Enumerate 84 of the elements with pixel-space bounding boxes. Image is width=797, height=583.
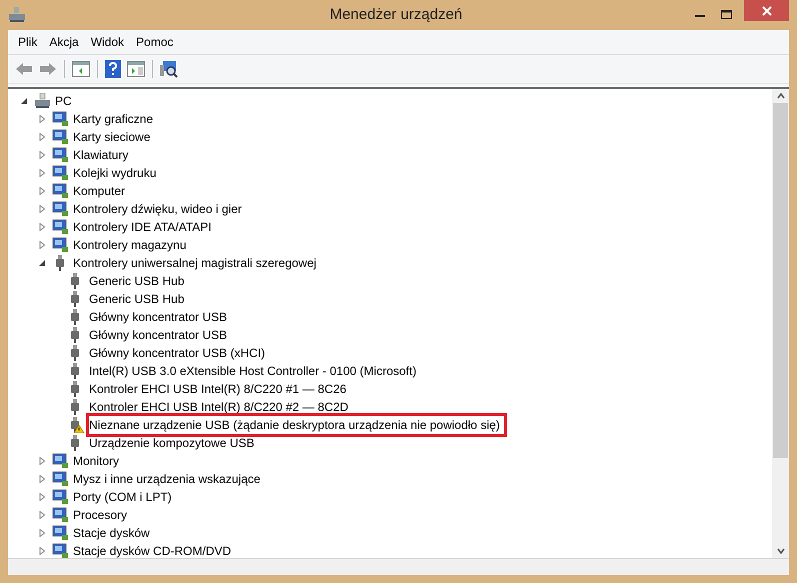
device-icon	[52, 453, 69, 469]
device-icon	[52, 471, 69, 487]
device-icon	[52, 543, 69, 558]
tree-item[interactable]: Generic USB Hub	[89, 290, 184, 308]
tree-item[interactable]: Główny koncentrator USB	[89, 326, 228, 344]
help-button[interactable]	[104, 59, 122, 79]
tree-item[interactable]: Urządzenie kompozytowe USB	[89, 434, 254, 452]
usb-plug-icon	[70, 381, 80, 397]
device-icon	[52, 165, 69, 181]
usb-plug-icon	[70, 363, 80, 379]
tree-item[interactable]: Karty graficzne	[73, 110, 154, 128]
usb-plug-icon	[70, 273, 80, 289]
usb-plug-icon	[70, 309, 80, 325]
expand-arrow-icon[interactable]	[38, 475, 46, 483]
expand-arrow-icon[interactable]	[38, 133, 46, 141]
tree-item[interactable]: Generic USB Hub	[89, 272, 184, 290]
vertical-scrollbar[interactable]	[772, 89, 789, 558]
menu-item[interactable]: Plik	[12, 32, 44, 52]
menu-item[interactable]: Pomoc	[130, 32, 180, 52]
device-icon	[52, 201, 69, 217]
back-button[interactable]	[14, 61, 34, 77]
collapse-arrow-icon[interactable]	[38, 259, 46, 267]
tree-item[interactable]: Intel(R) USB 3.0 eXtensible Host Controller - 0100 (Microsoft)	[89, 362, 416, 380]
computer-icon	[34, 93, 51, 109]
device-icon	[52, 219, 69, 235]
usb-plug-icon	[70, 327, 80, 343]
tree-item[interactable]: Monitory	[73, 452, 120, 470]
usb-plug-icon	[55, 255, 65, 271]
expand-arrow-icon[interactable]	[38, 529, 46, 537]
menu-item[interactable]: Akcja	[43, 32, 85, 52]
device-icon	[52, 525, 69, 541]
tree-item[interactable]: Kontrolery dźwięku, wideo i gier	[73, 200, 242, 218]
device-icon	[52, 507, 69, 523]
console-tree-button[interactable]	[71, 60, 91, 78]
expand-arrow-icon[interactable]	[38, 457, 46, 465]
expand-arrow-icon[interactable]	[38, 547, 46, 555]
tree-item[interactable]: Kontrolery IDE ATA/ATAPI	[73, 218, 212, 236]
menu-item[interactable]: Widok	[84, 32, 130, 52]
tree-item[interactable]: Klawiatury	[73, 146, 128, 164]
tree-item[interactable]: Porty (COM i LPT)	[73, 488, 172, 506]
expand-arrow-icon[interactable]	[38, 151, 46, 159]
expand-arrow-icon[interactable]	[38, 115, 46, 123]
tree-item[interactable]: Karty sieciowe	[73, 128, 150, 146]
device-icon	[52, 111, 69, 127]
maximize-icon	[720, 10, 732, 20]
forward-button[interactable]	[38, 61, 58, 77]
scan-hardware-button[interactable]	[159, 59, 179, 79]
expand-arrow-icon[interactable]	[38, 169, 46, 177]
tree-item[interactable]: Kontroler EHCI USB Intel(R) 8/C220 #1 — 8C26	[89, 380, 346, 398]
device-icon	[52, 147, 69, 163]
device-icon	[52, 489, 69, 505]
action-pane-button[interactable]	[126, 60, 146, 78]
device-icon	[52, 237, 69, 253]
tree-item[interactable]: Kontrolery magazynu	[73, 236, 186, 254]
device-icon	[52, 183, 69, 199]
close-button[interactable]	[744, 0, 789, 21]
usb-plug-icon	[70, 435, 80, 451]
usb-plug-icon	[70, 399, 80, 415]
expand-arrow-icon[interactable]	[38, 205, 46, 213]
usb-plug-icon	[70, 345, 80, 361]
tree-item[interactable]: Procesory	[73, 506, 128, 524]
expand-arrow-icon[interactable]	[38, 187, 46, 195]
device-manager-icon	[8, 7, 26, 23]
minimize-icon	[694, 14, 704, 16]
tree-item[interactable]: Stacje dysków CD-ROM/DVD	[73, 542, 232, 558]
device-icon	[52, 129, 69, 145]
close-icon	[762, 6, 772, 16]
tree-item[interactable]: PC	[55, 92, 72, 110]
tree-item[interactable]: Główny koncentrator USB (xHCI)	[89, 344, 266, 362]
expand-arrow-icon[interactable]	[38, 241, 46, 249]
tree-item[interactable]: Kolejki wydruku	[73, 164, 156, 182]
tree-item[interactable]: Mysz i inne urządzenia wskazujące	[73, 470, 260, 488]
tree-item[interactable]: Stacje dysków	[73, 524, 150, 542]
tree-item[interactable]: Komputer	[73, 182, 126, 200]
tree-item[interactable]: Kontrolery uniwersalnej magistrali szeregowej	[73, 254, 316, 272]
tree-item[interactable]: Kontroler EHCI USB Intel(R) 8/C220 #2 — 8C2D	[89, 398, 348, 416]
window-title: Menedżer urządzeń	[328, 4, 464, 25]
expand-arrow-icon[interactable]	[38, 511, 46, 519]
expand-arrow-icon[interactable]	[38, 223, 46, 231]
expand-arrow-icon[interactable]	[38, 493, 46, 501]
tree-item[interactable]: Nieznane urządzenie USB (żądanie deskryptora urządzenia nie powiodło się)	[89, 416, 504, 434]
collapse-arrow-icon[interactable]	[20, 97, 28, 105]
usb-plug-icon	[70, 291, 80, 307]
tree-item[interactable]: Główny koncentrator USB	[89, 308, 228, 326]
